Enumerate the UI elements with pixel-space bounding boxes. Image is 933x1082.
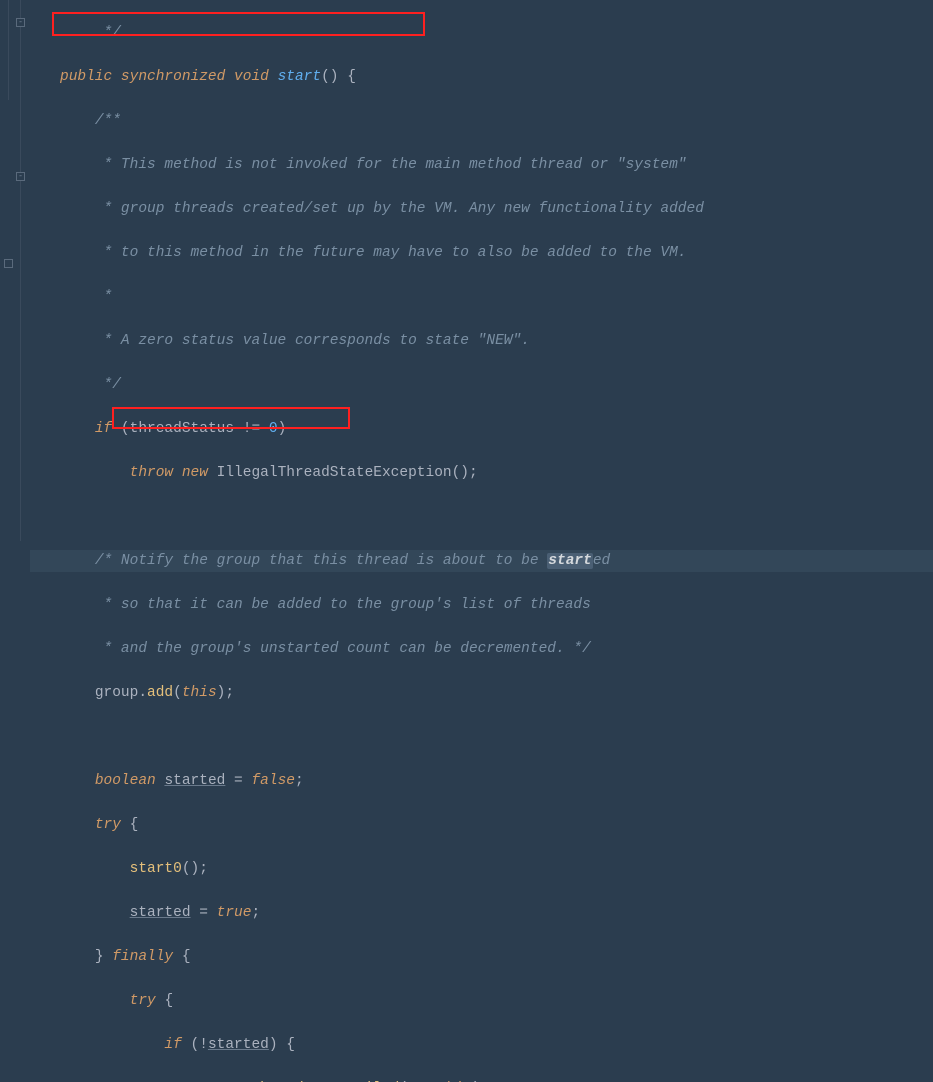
code-line: * to this method in the future may have … — [30, 242, 933, 264]
code-line: start0(); — [30, 858, 933, 880]
code-line: } finally { — [30, 946, 933, 968]
code-line: try { — [30, 814, 933, 836]
code-line: started = true; — [30, 902, 933, 924]
code-line: * This method is not invoked for the mai… — [30, 154, 933, 176]
code-line: group.add(this); — [30, 682, 933, 704]
fold-marker-icon[interactable]: - — [16, 18, 25, 27]
code-line: * A zero status value corresponds to sta… — [30, 330, 933, 352]
code-line: * group threads created/set up by the VM… — [30, 198, 933, 220]
search-match: start — [547, 553, 593, 569]
code-line: * so that it can be added to the group's… — [30, 594, 933, 616]
code-editor[interactable]: */ public synchronized void start() { /*… — [30, 0, 933, 1082]
code-line — [30, 506, 933, 528]
code-line: if (!started) { — [30, 1034, 933, 1056]
code-line: throw new IllegalThreadStateException(); — [30, 462, 933, 484]
code-line: group.threadStartFailed( t: this); — [30, 1078, 933, 1082]
code-line: * and the group's unstarted count can be… — [30, 638, 933, 660]
code-line: public synchronized void start() { — [30, 66, 933, 88]
code-line: */ — [30, 22, 933, 44]
code-line: /** — [30, 110, 933, 132]
fold-marker-icon[interactable]: - — [16, 172, 25, 181]
editor-gutter: - - — [0, 0, 30, 541]
code-line: boolean started = false; — [30, 770, 933, 792]
code-line — [30, 726, 933, 748]
gutter-mark-icon[interactable] — [4, 259, 13, 268]
code-line: try { — [30, 990, 933, 1012]
code-line: * — [30, 286, 933, 308]
code-line: */ — [30, 374, 933, 396]
code-line-highlighted: /* Notify the group that this thread is … — [30, 550, 933, 572]
code-line: if (threadStatus != 0) — [30, 418, 933, 440]
